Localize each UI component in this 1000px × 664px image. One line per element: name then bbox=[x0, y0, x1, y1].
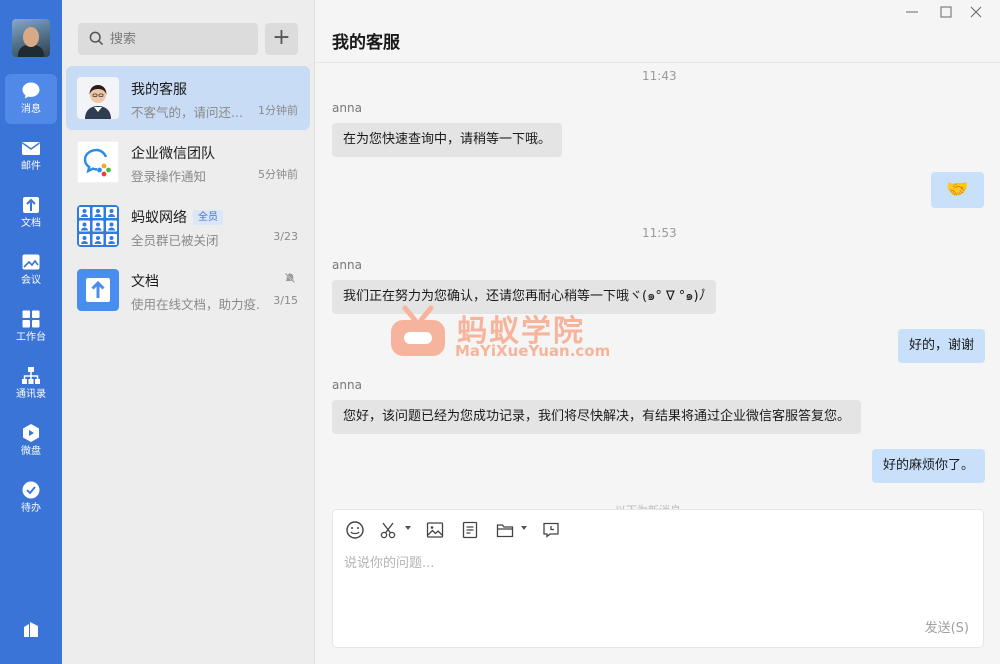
close-button[interactable] bbox=[966, 4, 986, 20]
user-avatar[interactable] bbox=[12, 19, 50, 57]
emoji-icon bbox=[346, 521, 364, 539]
conversation-name: 蚂蚁网络 全员 bbox=[131, 207, 223, 227]
conversation-preview: 使用在线文档，助力疫... bbox=[131, 297, 259, 312]
nav-rail: 消息 邮件 文档 会议 工作台 通讯录 微盘 待办 bbox=[0, 0, 62, 664]
customer-service-avatar bbox=[77, 77, 119, 119]
message-sender: anna bbox=[332, 258, 362, 272]
conversation-name: 文档 bbox=[131, 274, 159, 290]
nav-label: 工作台 bbox=[16, 332, 46, 343]
chat-bubble-icon bbox=[22, 82, 40, 99]
chat-title: 我的客服 bbox=[332, 33, 400, 53]
add-button[interactable]: + bbox=[265, 23, 298, 55]
nav-item-todo[interactable]: 待办 bbox=[5, 473, 57, 523]
outgoing-message: 好的麻烦你了。 bbox=[872, 449, 986, 483]
nav-item-contacts[interactable]: 通讯录 bbox=[5, 359, 57, 409]
todo-check-icon bbox=[22, 481, 40, 499]
conversation-time: 5分钟前 bbox=[258, 168, 298, 181]
group-avatar-icon bbox=[77, 205, 119, 247]
search-input[interactable] bbox=[110, 23, 250, 55]
image-button[interactable] bbox=[425, 520, 445, 542]
schedule-button[interactable] bbox=[541, 520, 561, 542]
conversation-item-docs[interactable]: 文档 使用在线文档，助力疫... 3/15 bbox=[66, 258, 310, 322]
conversation-preview: 登录操作通知 bbox=[131, 169, 207, 184]
close-icon bbox=[970, 6, 982, 18]
incoming-message: 在为您快速查询中，请稍等一下哦。 bbox=[332, 123, 563, 157]
conversation-time: 3/23 bbox=[273, 230, 298, 243]
nav-item-mail[interactable]: 邮件 bbox=[5, 131, 57, 181]
message-sender: anna bbox=[332, 101, 362, 115]
nav-label: 会议 bbox=[21, 275, 41, 286]
watermark-logo: 蚂蚁学院 MaYiXueYuan.com bbox=[387, 304, 627, 364]
message-timestamp: 11:53 bbox=[642, 226, 677, 240]
conversation-preview: 不客气的，请问还... bbox=[131, 105, 243, 120]
avatar-face bbox=[23, 27, 39, 47]
chevron-down-icon[interactable] bbox=[405, 526, 411, 530]
message-composer: 发送(S) bbox=[332, 509, 984, 648]
conversation-name: 我的客服 bbox=[131, 82, 187, 98]
conversation-time: 3/15 bbox=[273, 294, 298, 307]
screenshot-button[interactable] bbox=[379, 520, 399, 542]
folder-icon bbox=[496, 524, 514, 538]
conversation-name-text: 蚂蚁网络 bbox=[131, 210, 187, 226]
watermark-subtitle: MaYiXueYuan.com bbox=[455, 342, 611, 360]
buildings-icon bbox=[24, 622, 38, 637]
meeting-icon bbox=[22, 254, 40, 270]
nav-label: 待办 bbox=[21, 503, 41, 514]
conversation-name: 企业微信团队 bbox=[131, 146, 215, 162]
send-button[interactable]: 发送(S) bbox=[925, 617, 969, 636]
nav-item-meeting[interactable]: 会议 bbox=[5, 245, 57, 295]
nav-label: 微盘 bbox=[21, 446, 41, 457]
workbench-grid-icon bbox=[22, 310, 40, 328]
message-sender: anna bbox=[332, 378, 362, 392]
chat-panel: 我的客服 11:43 anna 在为您快速查询中，请稍等一下哦。 🤝 11:53… bbox=[315, 0, 1000, 664]
maximize-button[interactable] bbox=[936, 4, 956, 20]
wecom-logo-icon bbox=[77, 141, 119, 183]
nav-item-docs[interactable]: 文档 bbox=[5, 188, 57, 238]
ant-academy-logo-icon bbox=[391, 305, 445, 356]
mute-bell-icon bbox=[284, 272, 296, 284]
all-members-badge: 全员 bbox=[193, 210, 223, 225]
conversation-list: + 我的客服 不客气的，请问还... 1分钟前 企业微信团队 登录操作通知 5分… bbox=[62, 0, 315, 664]
minimize-button[interactable] bbox=[902, 4, 922, 20]
maximize-icon bbox=[940, 6, 952, 18]
emoji-button[interactable] bbox=[345, 520, 365, 542]
nav-label: 通讯录 bbox=[16, 389, 46, 400]
outgoing-handshake-emoji: 🤝 bbox=[931, 172, 984, 208]
note-icon bbox=[462, 521, 478, 539]
scissors-icon bbox=[380, 522, 396, 539]
conversation-item-wecom-team[interactable]: 企业微信团队 登录操作通知 5分钟前 bbox=[66, 130, 310, 194]
contacts-org-icon bbox=[22, 367, 40, 384]
docs-app-icon bbox=[77, 269, 119, 311]
conversation-preview: 全员群已被关闭 bbox=[131, 233, 219, 248]
nav-label: 消息 bbox=[21, 104, 41, 115]
conversation-time: 1分钟前 bbox=[258, 104, 298, 117]
nav-label: 文档 bbox=[21, 218, 41, 229]
search-icon bbox=[89, 31, 104, 46]
incoming-message: 您好，该问题已经为您成功记录，我们将尽快解决，有结果将通过企业微信客服答复您。 bbox=[332, 400, 862, 434]
nav-item-drive[interactable]: 微盘 bbox=[5, 416, 57, 466]
message-timestamp: 11:43 bbox=[642, 69, 677, 83]
mail-icon bbox=[22, 142, 40, 155]
message-input[interactable] bbox=[344, 552, 964, 612]
minimize-icon bbox=[906, 11, 918, 13]
outgoing-message: 好的，谢谢 bbox=[898, 329, 986, 363]
image-icon bbox=[426, 522, 444, 538]
conversation-item-customer-service[interactable]: 我的客服 不客气的，请问还... 1分钟前 bbox=[66, 66, 310, 130]
nav-item-messages[interactable]: 消息 bbox=[5, 74, 57, 124]
document-icon bbox=[23, 197, 39, 213]
nav-item-workbench[interactable]: 工作台 bbox=[5, 302, 57, 352]
cloud-drive-icon bbox=[23, 424, 39, 442]
file-button[interactable] bbox=[495, 520, 515, 542]
conversation-item-ant-network[interactable]: 蚂蚁网络 全员 全员群已被关闭 3/23 bbox=[66, 194, 310, 258]
header-divider bbox=[315, 62, 1000, 63]
search-box[interactable] bbox=[78, 23, 258, 55]
nav-item-company[interactable] bbox=[5, 612, 57, 652]
clock-bubble-icon bbox=[543, 522, 559, 538]
chevron-down-icon[interactable] bbox=[521, 526, 527, 530]
nav-label: 邮件 bbox=[21, 161, 41, 172]
note-button[interactable] bbox=[460, 520, 480, 542]
